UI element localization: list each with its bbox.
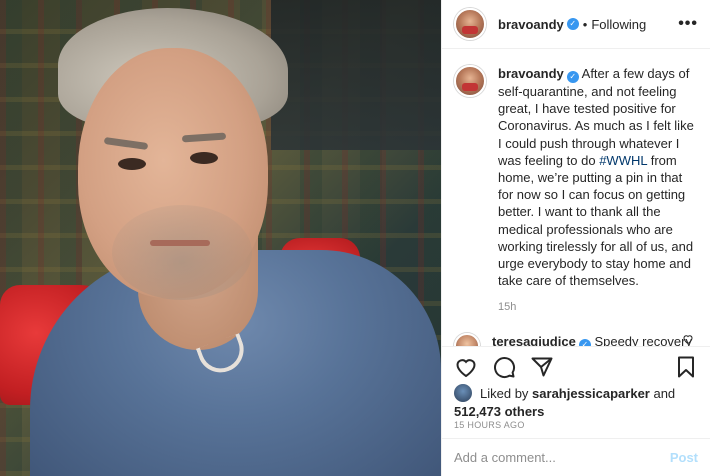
- likes-count[interactable]: 512,473 others: [454, 404, 698, 419]
- commenter-avatar[interactable]: [454, 332, 480, 346]
- caption-text-after: from home, we’re putting a pin in that f…: [498, 152, 694, 289]
- comment-body: teresagiudice✓ Speedy recovery I know yo…: [492, 333, 692, 346]
- stubble: [112, 205, 252, 300]
- post-sidebar: bravoandy ✓ • Following ••• bravoandy ✓ A…: [441, 0, 710, 476]
- post-header: bravoandy ✓ • Following •••: [442, 0, 710, 49]
- caption-avatar[interactable]: [454, 65, 486, 97]
- comment-input[interactable]: [454, 450, 662, 465]
- liker-avatar[interactable]: [454, 384, 472, 402]
- caption-age: 15h: [498, 301, 517, 314]
- comments-area[interactable]: bravoandy ✓ After a few days of self-quar…: [442, 49, 710, 346]
- comment-like-heart-icon[interactable]: [682, 333, 694, 346]
- separator-dot: •: [582, 16, 588, 32]
- verified-icon: ✓: [566, 18, 579, 30]
- likes-joiner: and: [649, 385, 676, 401]
- comment-item: teresagiudice✓ Speedy recovery I know yo…: [454, 332, 698, 346]
- action-bar: [442, 346, 710, 386]
- post-photo[interactable]: [0, 0, 441, 476]
- heart-icon[interactable]: [454, 355, 478, 379]
- caption: bravoandy ✓ After a few days of self-quar…: [454, 65, 698, 317]
- likes-summary: Liked by sarahjessicaparker and 512,473 …: [454, 384, 698, 419]
- hashtag-link[interactable]: #WWHL: [599, 153, 647, 168]
- right-eye: [190, 152, 218, 164]
- likes-row: Liked by sarahjessicaparker and: [454, 384, 698, 402]
- share-icon[interactable]: [530, 355, 554, 379]
- author-username[interactable]: bravoandy: [498, 17, 564, 32]
- post-button[interactable]: Post: [670, 450, 698, 465]
- likes-text: Liked by sarahjessicaparker and: [480, 386, 675, 401]
- likes-count-text[interactable]: 512,473 others: [454, 404, 544, 419]
- caption-username[interactable]: bravoandy: [498, 66, 564, 81]
- author-avatar[interactable]: [454, 8, 486, 40]
- more-icon[interactable]: •••: [678, 15, 698, 33]
- post-timestamp: 15 HOURS AGO: [454, 420, 525, 430]
- commenter-username[interactable]: teresagiudice: [492, 334, 576, 346]
- bookmark-icon[interactable]: [674, 355, 698, 379]
- left-eye: [118, 158, 146, 170]
- caption-body: bravoandy ✓ After a few days of self-quar…: [498, 65, 698, 317]
- verified-icon: ✓: [578, 338, 591, 346]
- add-comment-bar: Post: [442, 438, 710, 476]
- following-button[interactable]: Following: [591, 17, 646, 32]
- liker-username[interactable]: sarahjessicaparker: [532, 386, 650, 401]
- likes-prefix: Liked by: [480, 385, 533, 401]
- verified-icon: ✓: [566, 71, 579, 83]
- mouth: [150, 240, 210, 246]
- background-wall: [271, 0, 441, 150]
- comment-icon[interactable]: [492, 355, 516, 379]
